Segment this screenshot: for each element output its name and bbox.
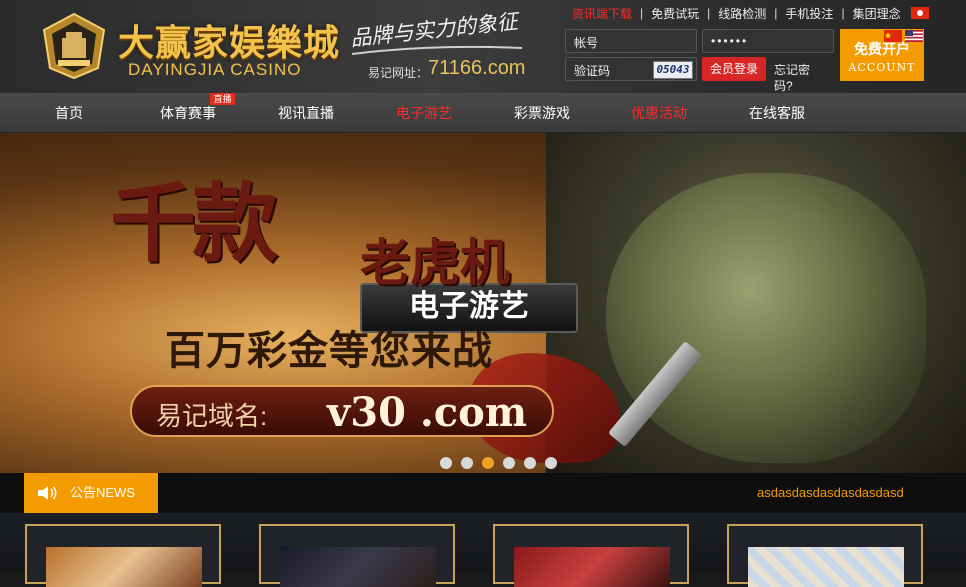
game-card[interactable] (493, 524, 689, 587)
brand-name-en: DAYINGJIA CASINO (128, 60, 302, 79)
slide-dot-active[interactable] (482, 457, 494, 469)
toplink-free-trial[interactable]: 免费试玩 (651, 5, 699, 22)
card-thumbnail (748, 547, 904, 587)
card-thumbnail (46, 547, 202, 587)
main-nav: 首页 体育赛事 直播 视讯直播 电子游艺 彩票游戏 优惠活动 在线客服 (0, 93, 966, 133)
promo-banner[interactable]: 电子游艺 千款 老虎机 百万彩金等您来战 易记域名: v30 .com (0, 133, 966, 473)
header: 大赢家娱樂城 DAYINGJIA CASINO 品牌与实力的象征 易记网址： 7… (0, 0, 966, 93)
open-account-label-cn: 免费开户 (854, 41, 910, 57)
notice-bar: 公告NEWS asdasdasdasdasdasdasd (0, 473, 966, 513)
divider: | (640, 6, 644, 20)
nav-item-electronic-games[interactable]: 电子游艺 (396, 93, 452, 133)
notice-marquee[interactable]: asdasdasdasdasdasdasd (757, 485, 904, 500)
hong-kong-flag-icon[interactable] (910, 7, 929, 19)
china-flag-icon[interactable] (884, 30, 902, 42)
slide-indicators (440, 457, 557, 469)
banner-title-big: 千款 (110, 173, 278, 274)
captcha-image[interactable]: 05043 (653, 61, 693, 79)
nav-item-live-video[interactable]: 视讯直播 (278, 93, 334, 133)
card-thumbnail (280, 547, 436, 587)
password-input[interactable]: •••••• (702, 29, 834, 53)
card-thumbnail (514, 547, 670, 587)
forgot-password-link[interactable]: 忘记密码? (774, 62, 812, 94)
divider: | (774, 6, 778, 20)
member-login-button[interactable]: 会员登录 (702, 57, 766, 81)
speaker-icon (38, 486, 57, 500)
nav-item-sports[interactable]: 体育赛事 (160, 93, 216, 133)
game-card[interactable] (25, 524, 221, 587)
banner-domain-box: 易记域名: v30 .com (130, 385, 554, 437)
username-input[interactable]: 帐号 (565, 29, 697, 53)
brand-name-cn: 大赢家娱樂城 (118, 22, 341, 64)
toplink-line-check[interactable]: 线路检测 (718, 5, 766, 22)
slide-dot[interactable] (440, 457, 452, 469)
nav-item-lottery[interactable]: 彩票游戏 (514, 93, 570, 133)
banner-title-mid: 老虎机 (360, 233, 510, 292)
hero-figure (606, 173, 926, 463)
slide-dot[interactable] (503, 457, 515, 469)
casino-emblem-icon[interactable] (36, 10, 112, 80)
toplink-download[interactable]: 资讯端下载 (572, 5, 632, 22)
memo-url-label: 易记网址： (368, 66, 429, 80)
game-card[interactable] (259, 524, 455, 587)
divider: | (707, 6, 711, 20)
usa-flag-icon[interactable] (905, 30, 923, 42)
toplink-group-philosophy[interactable]: 集团理念 (853, 5, 901, 22)
banner-domain-value: v30 .com (327, 389, 528, 436)
nav-item-promotions[interactable]: 优惠活动 (631, 93, 687, 133)
nav-item-home[interactable]: 首页 (55, 93, 83, 133)
live-badge: 直播 (210, 93, 235, 105)
notice-label: 公告NEWS (70, 485, 136, 500)
notice-tab[interactable]: 公告NEWS (24, 473, 158, 513)
banner-domain-label: 易记域名: (156, 401, 268, 431)
slide-dot[interactable] (524, 457, 536, 469)
divider: | (841, 6, 845, 20)
slide-dot[interactable] (461, 457, 473, 469)
memo-url-value: 71166.com (428, 57, 526, 79)
slogan-swoosh-icon (352, 45, 522, 55)
toplink-mobile-bet[interactable]: 手机投注 (785, 5, 833, 22)
game-cards (0, 513, 966, 587)
nav-item-online-service[interactable]: 在线客服 (749, 93, 805, 133)
banner-subtitle: 百万彩金等您来战 (165, 329, 493, 373)
slide-dot[interactable] (545, 457, 557, 469)
top-links: 资讯端下载 | 免费试玩 | 线路检测 | 手机投注 | 集团理念 (572, 5, 929, 21)
game-card[interactable] (727, 524, 923, 587)
open-account-label-en: ACCOUNT (848, 61, 916, 74)
